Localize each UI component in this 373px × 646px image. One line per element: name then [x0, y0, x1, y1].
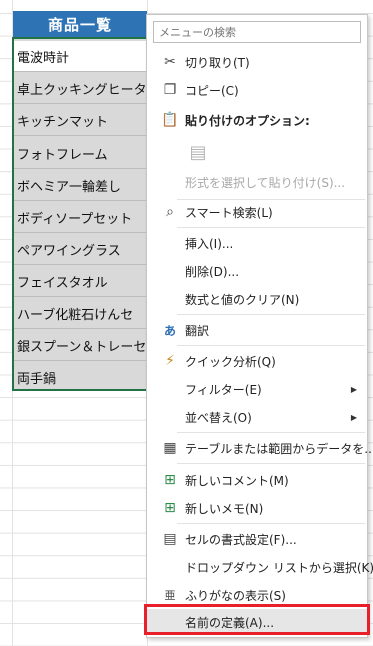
menu-item-translate[interactable]: あ 翻訳 [147, 317, 367, 343]
scissors-icon: ✂ [164, 54, 176, 70]
menu-item-paste-special: 形式を選択して貼り付け(S)... [147, 169, 367, 195]
menu-item-label: ドロップダウン リストから選択(K)... [185, 560, 373, 575]
header-cell[interactable]: 商品一覧 [13, 11, 147, 37]
comment-icon: ⊞ [164, 472, 176, 488]
note-icon: ⊞ [164, 500, 176, 516]
menu-item-quick-analysis[interactable]: ⚡ クイック分析(Q) [147, 348, 367, 374]
table-row[interactable]: フェイスタオル [14, 266, 146, 297]
menu-item-sort[interactable]: 並べ替え(O) ▶ [147, 404, 367, 430]
table-row[interactable]: 卓上クッキングヒータ [14, 73, 146, 104]
menu-separator [177, 432, 365, 433]
context-menu: ✂ 切り取り(T) ❐ コピー(C) 📋 貼り付けのオプション: ▤ 形式を選択… [146, 14, 373, 638]
menu-item-copy[interactable]: ❐ コピー(C) [147, 77, 367, 103]
clipboard-icon: ▤ [189, 141, 207, 163]
menu-item-label: セルの書式設定(F)... [185, 532, 297, 547]
menu-item-label: 新しいメモ(N) [185, 501, 264, 516]
table-row[interactable]: 電波時計 [14, 41, 146, 72]
table-row[interactable]: キッチンマット [14, 105, 146, 136]
table-row[interactable]: フォトフレーム [14, 138, 146, 169]
menu-separator [177, 345, 365, 346]
menu-item-label: ふりがなの表示(S) [185, 588, 286, 603]
menu-item-new-comment[interactable]: ⊞ 新しいコメント(M) [147, 467, 367, 493]
menu-item-label: スマート検索(L) [185, 205, 273, 220]
table-row[interactable]: 両手鍋 [14, 362, 146, 393]
menu-separator [177, 227, 365, 228]
highlight-box [144, 604, 370, 635]
menu-item-label: 数式と値のクリア(N) [185, 292, 300, 307]
menu-item-cut[interactable]: ✂ 切り取り(T) [147, 49, 367, 75]
menu-item-filter[interactable]: フィルター(E) ▶ [147, 376, 367, 402]
menu-item-clear-contents[interactable]: 数式と値のクリア(N) [147, 286, 367, 312]
translate-icon: あ [163, 323, 176, 338]
submenu-arrow-icon: ▶ [350, 412, 357, 422]
table-row[interactable]: ハーブ化粧石けんセ [14, 298, 146, 329]
magnifier-icon: ⌕ [166, 204, 174, 220]
copy-icon: ❐ [163, 82, 177, 98]
quick-analysis-icon: ⚡ [165, 353, 175, 369]
menu-item-label: コピー(C) [185, 83, 239, 98]
menu-item-label: 翻訳 [185, 323, 210, 338]
menu-separator [177, 463, 365, 464]
phonetic-icon: 亜 [164, 589, 176, 602]
table-row[interactable]: 銀スプーン＆トレーセ [14, 330, 146, 361]
menu-item-delete[interactable]: 削除(D)... [147, 258, 367, 284]
submenu-arrow-icon: ▶ [350, 384, 357, 394]
menu-item-paste-options: 📋 貼り付けのオプション: [147, 107, 367, 133]
menu-item-label: 貼り付けのオプション: [185, 113, 310, 128]
menu-item-pick-dropdown[interactable]: ドロップダウン リストから選択(K)... [147, 554, 373, 580]
menu-item-label: 新しいコメント(M) [185, 473, 289, 488]
menu-item-label: 切り取り(T) [185, 55, 250, 70]
clipboard-icon: 📋 [161, 112, 179, 128]
menu-item-label: 挿入(I)... [185, 236, 234, 251]
format-cells-icon: ▤ [163, 531, 177, 547]
menu-item-label: テーブルまたは範囲からデータを... [185, 441, 373, 456]
menu-separator [177, 314, 365, 315]
menu-item-insert[interactable]: 挿入(I)... [147, 230, 367, 256]
menu-item-label: 並べ替え(O) [185, 410, 252, 425]
menu-item-label: 形式を選択して貼り付け(S)... [185, 175, 346, 190]
paste-icon-button[interactable]: ▤ [147, 137, 367, 167]
table-icon: ▦ [163, 440, 177, 456]
menu-separator [177, 523, 365, 524]
table-row[interactable]: ボヘミア一輪差し [14, 170, 146, 201]
menu-item-smart-lookup[interactable]: ⌕ スマート検索(L) [147, 199, 367, 225]
table-row[interactable]: ペアワイングラス [14, 234, 146, 265]
table-row[interactable]: ボディソープセット [14, 202, 146, 233]
menu-search-input[interactable] [153, 21, 361, 43]
menu-item-get-data[interactable]: ▦ テーブルまたは範囲からデータを... [147, 435, 373, 461]
menu-item-label: クイック分析(Q) [185, 354, 276, 369]
menu-item-new-note[interactable]: ⊞ 新しいメモ(N) [147, 495, 367, 521]
menu-item-label: 削除(D)... [185, 264, 240, 279]
menu-item-label: フィルター(E) [185, 382, 262, 397]
menu-item-format-cells[interactable]: ▤ セルの書式設定(F)... [147, 526, 367, 552]
